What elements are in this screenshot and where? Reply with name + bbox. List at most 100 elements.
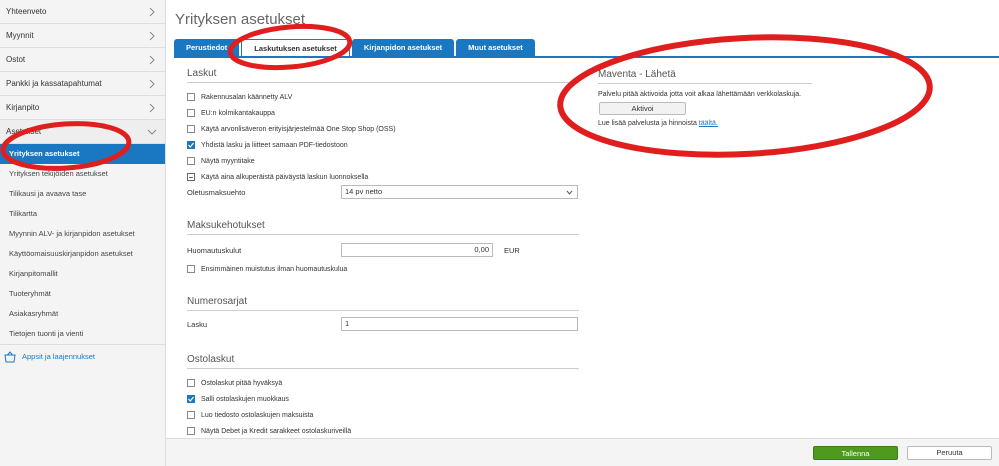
checkbox-label: Salli ostolaskujen muokkaus xyxy=(201,395,289,403)
tab-kirjanpidon-asetukset[interactable]: Kirjanpidon asetukset xyxy=(351,39,455,57)
section-divider xyxy=(598,83,812,84)
oletusmaksuehto-select[interactable]: 14 pv netto xyxy=(341,185,578,199)
section-divider xyxy=(187,234,579,235)
checkbox-row[interactable]: Käytä arvonlisäveron erityisjärjestelmää… xyxy=(187,123,396,135)
sidebar-item-myynnin-alv[interactable]: Myynnin ALV- ja kirjanpidon asetukset xyxy=(0,224,165,244)
maventa-more-link[interactable]: täältä. xyxy=(699,120,718,127)
checkbox-label: Rakennusalan käännetty ALV xyxy=(201,93,293,101)
sidebar-item-yrityksen-tekijat[interactable]: Yrityksen tekijöiden asetukset xyxy=(0,164,165,184)
checkbox-row[interactable]: Salli ostolaskujen muokkaus xyxy=(187,393,289,405)
sidebar-item-tuoteryhmat[interactable]: Tuoteryhmät xyxy=(0,284,165,304)
chevron-right-icon xyxy=(149,31,155,40)
checkbox-label: Luo tiedosto ostolaskujen maksuista xyxy=(201,411,314,419)
sidebar-item-tietojen-tuonti[interactable]: Tietojen tuonti ja vienti xyxy=(0,324,165,344)
sidebar-item-kayttoomaisuus[interactable]: Käyttöomaisuuskirjanpidon asetukset xyxy=(0,244,165,264)
page-title: Yrityksen asetukset xyxy=(175,11,306,28)
nav-item-ostot[interactable]: Ostot xyxy=(0,48,165,72)
section-divider xyxy=(187,310,579,311)
nav-item-label: Ostot xyxy=(6,55,26,64)
lasku-number-input[interactable]: 1 xyxy=(341,317,578,331)
chevron-down-icon xyxy=(147,129,157,135)
chevron-right-icon xyxy=(149,79,155,88)
shopping-basket-icon xyxy=(4,350,16,362)
sidebar: Yhteenveto Myynnit Ostot Pankki ja kassa… xyxy=(0,0,166,466)
select-value: 14 pv netto xyxy=(345,187,383,196)
section-title-maksukehotukset: Maksukehotukset xyxy=(187,220,265,231)
checkbox-row[interactable]: EU:n kolmikantakauppa xyxy=(187,107,275,119)
checkbox-label: Näytä myyntitake xyxy=(201,157,255,165)
sidebar-item-tilikartta[interactable]: Tilikartta xyxy=(0,204,165,224)
apps-label: Appsit ja laajennukset xyxy=(22,352,95,361)
checkbox[interactable] xyxy=(187,379,195,387)
checkbox-label: Yhdistä lasku ja liitteet samaan PDF-tie… xyxy=(201,141,348,149)
chevron-right-icon xyxy=(149,103,155,112)
checkbox[interactable] xyxy=(187,411,195,419)
maventa-description: Palvelu pitää aktivoida jotta voit alkaa… xyxy=(598,91,802,98)
activate-button[interactable]: Aktivoi xyxy=(599,102,686,115)
checkbox-label: Ensimmäinen muistutus ilman huomautuskul… xyxy=(201,265,348,273)
checkbox[interactable] xyxy=(187,125,195,133)
tab-bar: Perustiedot Laskutuksen asetukset Kirjan… xyxy=(174,39,537,57)
nav-item-label: Asetukset xyxy=(6,127,42,136)
section-divider xyxy=(187,82,579,83)
tab-perustiedot[interactable]: Perustiedot xyxy=(174,39,240,57)
chevron-down-icon xyxy=(566,190,573,195)
section-title-numerosarjat: Numerosarjat xyxy=(187,296,248,307)
checkbox[interactable] xyxy=(187,157,195,165)
tab-muut-asetukset[interactable]: Muut asetukset xyxy=(456,39,535,57)
cancel-button[interactable]: Peruuta xyxy=(907,446,992,460)
checkbox-row[interactable]: Näytä myyntitake xyxy=(187,155,255,167)
nav-item-label: Pankki ja kassatapahtumat xyxy=(6,79,102,88)
section-title-ostolaskut: Ostolaskut xyxy=(187,354,235,365)
save-button[interactable]: Tallenna xyxy=(813,446,898,460)
tab-underline xyxy=(174,56,999,58)
checkbox-indeterminate[interactable] xyxy=(187,173,195,181)
lasku-label: Lasku xyxy=(187,320,208,329)
checkbox-checked[interactable] xyxy=(187,141,195,149)
chevron-right-icon xyxy=(149,55,155,64)
currency-label: EUR xyxy=(504,246,520,255)
sidebar-item-kirjanpitomallit[interactable]: Kirjanpitomallit xyxy=(0,264,165,284)
huomautuskulut-input[interactable]: 0,00 xyxy=(341,243,493,257)
huomautuskulut-label: Huomautuskulut xyxy=(187,246,242,255)
sidebar-item-asiakasryhmat[interactable]: Asiakasryhmät xyxy=(0,304,165,324)
chevron-right-icon xyxy=(149,7,155,16)
oletusmaksuehto-label: Oletusmaksuehto xyxy=(187,188,246,197)
checkbox-label: EU:n kolmikantakauppa xyxy=(201,109,275,117)
checkbox-label: Näytä Debet ja Kredit sarakkeet ostolask… xyxy=(201,427,352,435)
checkbox-label: Käytä aina alkuperäistä päiväystä laskun… xyxy=(201,173,369,181)
checkbox-label: Käytä arvonlisäveron erityisjärjestelmää… xyxy=(201,125,396,133)
tab-laskutuksen-asetukset[interactable]: Laskutuksen asetukset xyxy=(241,39,350,57)
checkbox-label: Ostolaskut pitää hyväksyä xyxy=(201,379,283,387)
checkbox-row[interactable]: Ostolaskut pitää hyväksyä xyxy=(187,377,282,389)
nav-item-label: Yhteenveto xyxy=(6,7,47,16)
checkbox-row[interactable]: Luo tiedosto ostolaskujen maksuista xyxy=(187,409,313,421)
maventa-more-info: Lue lisää palvelusta ja hinnoista täältä… xyxy=(598,120,718,127)
checkbox-checked[interactable] xyxy=(187,395,195,403)
sidebar-item-yrityksen-asetukset[interactable]: Yrityksen asetukset xyxy=(0,144,165,164)
maventa-more-text: Lue lisää palvelusta ja hinnoista xyxy=(598,120,697,127)
main-content: Yrityksen asetukset Perustiedot Laskutuk… xyxy=(166,0,999,466)
section-title-laskut: Laskut xyxy=(187,68,217,79)
checkbox[interactable] xyxy=(187,427,195,435)
nav-item-pankki[interactable]: Pankki ja kassatapahtumat xyxy=(0,72,165,96)
nav-item-kirjanpito[interactable]: Kirjanpito xyxy=(0,96,165,120)
checkbox[interactable] xyxy=(187,93,195,101)
checkbox-row[interactable]: Näytä Debet ja Kredit sarakkeet ostolask… xyxy=(187,425,351,437)
nav-item-asetukset[interactable]: Asetukset xyxy=(0,120,165,144)
action-bar: Tallenna Peruuta xyxy=(166,438,999,466)
checkbox-row[interactable]: Käytä aina alkuperäistä päiväystä laskun… xyxy=(187,171,368,183)
nav-item-yhteenveto[interactable]: Yhteenveto xyxy=(0,0,165,24)
checkbox-row[interactable]: Rakennusalan käännetty ALV xyxy=(187,91,292,103)
nav-item-label: Myynnit xyxy=(6,31,34,40)
section-divider xyxy=(187,368,579,369)
maventa-title: Maventa - Lähetä xyxy=(598,69,676,80)
checkbox-row[interactable]: Ensimmäinen muistutus ilman huomautuskul… xyxy=(187,263,347,275)
nav-item-myynnit[interactable]: Myynnit xyxy=(0,24,165,48)
checkbox-row[interactable]: Yhdistä lasku ja liitteet samaan PDF-tie… xyxy=(187,139,348,151)
checkbox[interactable] xyxy=(187,109,195,117)
nav-item-label: Kirjanpito xyxy=(6,103,40,112)
sidebar-item-tilikausi[interactable]: Tilikausi ja avaava tase xyxy=(0,184,165,204)
checkbox[interactable] xyxy=(187,265,195,273)
apps-link[interactable]: Appsit ja laajennukset xyxy=(0,344,166,368)
